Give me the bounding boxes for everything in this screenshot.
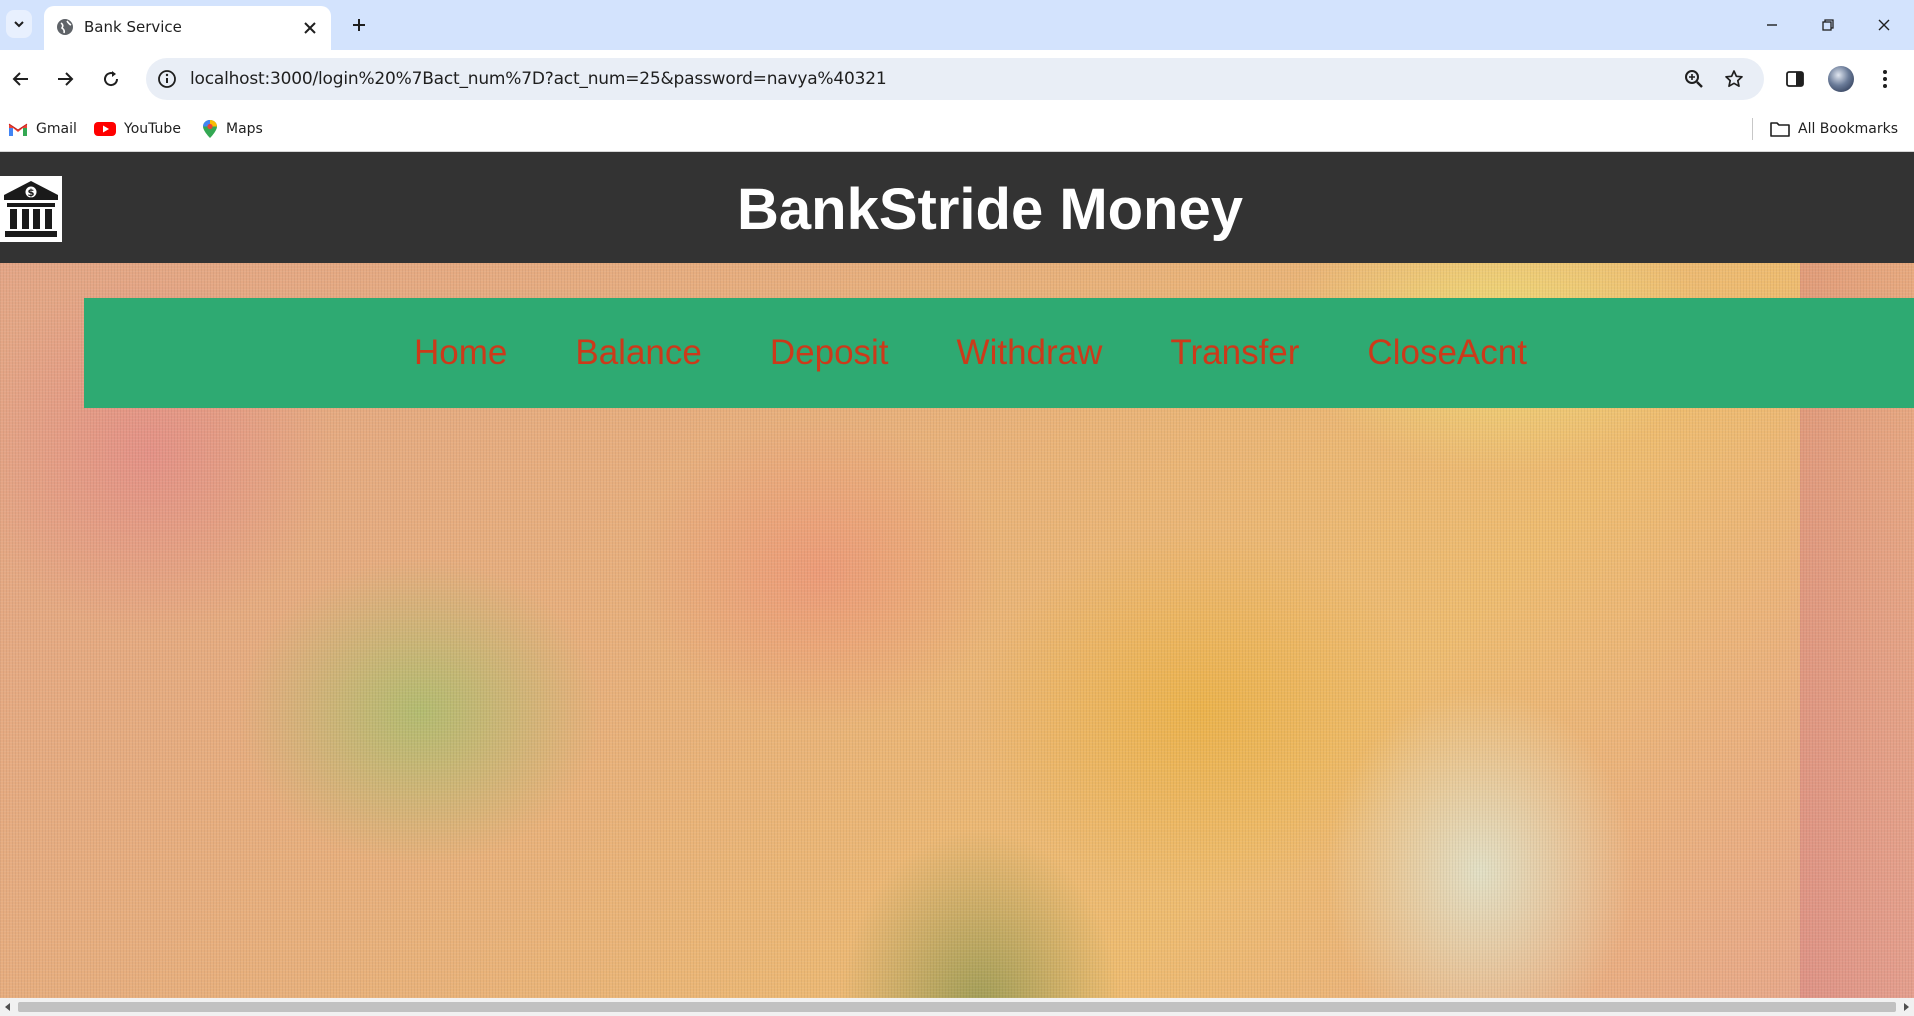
close-icon — [1878, 19, 1890, 31]
more-vertical-icon — [1883, 70, 1887, 88]
close-window-button[interactable] — [1864, 10, 1904, 40]
tab-search-button[interactable] — [6, 10, 32, 38]
globe-icon — [57, 19, 73, 35]
url-text[interactable]: localhost:3000/login%20%7Bact_num%7D?act… — [190, 69, 887, 89]
address-bar[interactable]: localhost:3000/login%20%7Bact_num%7D?act… — [146, 58, 1764, 100]
site-header: $ BankStride Money — [0, 152, 1914, 263]
side-panel-button[interactable] — [1778, 62, 1812, 96]
forward-button[interactable] — [48, 62, 82, 96]
menu-button[interactable] — [1868, 62, 1902, 96]
nav-deposit[interactable]: Deposit — [770, 333, 889, 373]
triangle-left-icon — [5, 1003, 10, 1011]
zoom-in-icon — [1685, 70, 1703, 88]
background-canvas-edge — [1800, 152, 1914, 998]
reload-icon — [104, 71, 119, 87]
bookmark-youtube[interactable]: YouTube — [94, 116, 181, 142]
bookmark-label: Maps — [226, 121, 263, 137]
all-bookmarks-button[interactable]: All Bookmarks — [1770, 116, 1898, 142]
all-bookmarks-label: All Bookmarks — [1798, 121, 1899, 137]
restore-button[interactable] — [1808, 10, 1848, 40]
triangle-right-icon — [1904, 1003, 1909, 1011]
tab-close-button[interactable] — [299, 17, 321, 39]
info-icon — [158, 70, 176, 88]
nav-transfer[interactable]: Transfer — [1170, 333, 1299, 373]
bookmark-star-button[interactable] — [1722, 67, 1746, 91]
browser-tab[interactable]: Bank Service — [44, 6, 331, 50]
zoom-button[interactable] — [1682, 67, 1706, 91]
bookmark-maps[interactable]: Maps — [202, 116, 263, 142]
arrow-right-icon — [58, 72, 74, 86]
scroll-right-button[interactable] — [1900, 1001, 1912, 1013]
back-button[interactable] — [4, 62, 38, 96]
reload-button[interactable] — [94, 62, 128, 96]
minimize-icon — [1767, 24, 1777, 26]
browser-tab-bar: Bank Service — [0, 0, 1914, 50]
bookmarks-separator — [1752, 118, 1753, 140]
main-navigation: Home Balance Deposit Withdraw Transfer C… — [84, 298, 1914, 408]
scroll-left-button[interactable] — [2, 1001, 14, 1013]
new-tab-button[interactable] — [344, 11, 374, 39]
side-panel-icon — [1786, 71, 1804, 87]
site-info-button[interactable] — [156, 68, 178, 90]
browser-toolbar: localhost:3000/login%20%7Bact_num%7D?act… — [0, 50, 1914, 108]
gmail-icon — [8, 121, 28, 137]
chevron-down-icon — [14, 21, 24, 28]
horizontal-scrollbar[interactable] — [0, 998, 1914, 1016]
site-title: BankStride Money — [737, 177, 1243, 242]
plus-icon — [353, 19, 365, 31]
folder-icon — [1770, 121, 1790, 137]
bookmarks-bar: Gmail YouTube Maps All Bookmarks — [0, 108, 1914, 152]
restore-icon — [1822, 19, 1834, 31]
bookmark-label: YouTube — [124, 121, 181, 137]
youtube-icon — [94, 121, 116, 137]
close-icon — [304, 22, 316, 34]
nav-balance[interactable]: Balance — [575, 333, 701, 373]
bookmark-gmail[interactable]: Gmail — [8, 116, 77, 142]
scrollbar-thumb[interactable] — [18, 1002, 1896, 1012]
star-icon — [1725, 70, 1743, 88]
avatar — [1828, 66, 1854, 92]
minimize-button[interactable] — [1752, 10, 1792, 40]
bookmark-label: Gmail — [36, 121, 77, 137]
nav-home[interactable]: Home — [414, 333, 507, 373]
profile-button[interactable] — [1824, 62, 1858, 96]
tab-title: Bank Service — [84, 18, 182, 36]
page-viewport: $ BankStride Money Home Balance Deposit … — [0, 152, 1914, 998]
maps-icon — [202, 119, 218, 139]
nav-close-account[interactable]: CloseAcnt — [1367, 333, 1527, 373]
arrow-left-icon — [12, 72, 28, 86]
nav-withdraw[interactable]: Withdraw — [957, 333, 1103, 373]
